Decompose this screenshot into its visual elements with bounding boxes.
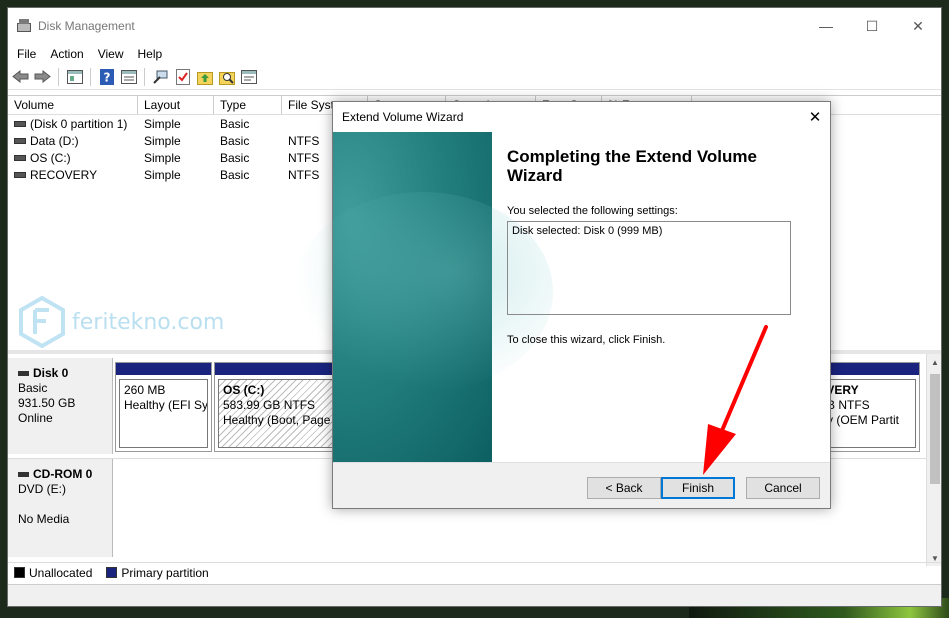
extend-volume-wizard-dialog: Extend Volume Wizard ✕ Completing the Ex…: [293, 101, 831, 509]
back-arrow-icon[interactable]: [11, 67, 30, 86]
volume-layout: Simple: [144, 167, 181, 182]
connect-icon[interactable]: [151, 67, 170, 86]
disk-size: 931.50 GB: [18, 396, 76, 410]
search-icon[interactable]: [217, 67, 236, 86]
volume-layout: Simple: [144, 116, 181, 131]
title-bar: Disk Management — ☐ ✕: [8, 8, 941, 44]
wizard-banner-image: [293, 132, 553, 463]
volume-name: RECOVERY: [30, 167, 98, 182]
toolbar-separator: [58, 67, 59, 86]
scroll-up-icon[interactable]: ▲: [927, 354, 941, 370]
volume-layout: Simple: [144, 133, 181, 148]
maximize-button[interactable]: ☐: [849, 8, 895, 44]
volume-type: Basic: [220, 133, 250, 148]
disk-0-label[interactable]: Disk 0 Basic 931.50 GB Online: [8, 358, 113, 454]
toolbar-separator: [144, 67, 145, 86]
legend: Unallocated Primary partition: [8, 562, 941, 582]
disk-map-scrollbar[interactable]: ▲ ▼: [926, 354, 941, 566]
drive-icon: [14, 121, 26, 128]
column-layout[interactable]: Layout: [138, 96, 214, 114]
disk-type: Basic: [18, 381, 48, 395]
close-button[interactable]: ✕: [895, 8, 941, 44]
settings-summary-box[interactable]: Disk selected: Disk 0 (999 MB): [507, 221, 791, 315]
watermark-text: feritekno.com: [72, 309, 225, 335]
svg-text:?: ?: [103, 70, 110, 84]
disk-status: Online: [18, 411, 53, 425]
partition-size: 260 MB: [124, 383, 166, 397]
wizard-content: Completing the Extend Volume Wizard You …: [507, 147, 807, 346]
cdrom-0-label[interactable]: CD-ROM 0 DVD (E:) No Media: [8, 459, 113, 557]
column-volume[interactable]: Volume: [8, 96, 138, 114]
primary-partition-swatch: [106, 567, 118, 578]
list-icon[interactable]: [239, 67, 258, 86]
wizard-heading: Completing the Extend Volume Wizard: [507, 147, 757, 185]
watermark: feritekno.com: [18, 295, 225, 349]
status-bar: [8, 584, 941, 606]
unallocated-swatch: [14, 567, 25, 578]
properties-icon[interactable]: [119, 67, 138, 86]
console-tree-icon[interactable]: [65, 67, 84, 86]
check-icon[interactable]: [173, 67, 192, 86]
partition-efi[interactable]: 260 MB Healthy (EFI Sys: [115, 362, 212, 452]
toolbar: ?: [8, 64, 941, 90]
volume-type: Basic: [220, 116, 250, 131]
volume-name: Data (D:): [30, 133, 79, 148]
help-icon[interactable]: ?: [97, 67, 116, 86]
settings-summary-text: Disk selected: Disk 0 (999 MB): [512, 225, 663, 237]
settings-label: You selected the following settings:: [507, 205, 678, 217]
scroll-thumb[interactable]: [930, 374, 940, 484]
legend-unallocated: Unallocated: [29, 565, 93, 580]
cdrom-media: No Media: [18, 512, 70, 526]
dialog-title: Extend Volume Wizard: [342, 110, 464, 124]
volume-type: Basic: [220, 150, 250, 165]
partition-status: thy (OEM Partit: [817, 413, 900, 427]
partition-size: MB NTFS: [817, 398, 870, 412]
dialog-close-button[interactable]: ✕: [800, 102, 830, 132]
drive-icon: [14, 138, 26, 145]
finish-button[interactable]: Finish: [661, 477, 735, 499]
volume-type: Basic: [220, 167, 250, 182]
partition-status: Healthy (EFI Sys: [124, 398, 208, 412]
back-button[interactable]: < Back: [587, 477, 661, 499]
disk-management-icon: [16, 19, 32, 33]
menu-view[interactable]: View: [91, 47, 131, 61]
minimize-button[interactable]: —: [803, 8, 849, 44]
drive-icon: [14, 172, 26, 179]
volume-name: (Disk 0 partition 1): [30, 116, 128, 131]
close-hint-text: To close this wizard, click Finish.: [507, 334, 666, 346]
drive-icon: [14, 155, 26, 162]
volume-layout: Simple: [144, 150, 181, 165]
volume-name: OS (C:): [30, 150, 71, 165]
cdrom-icon: [18, 472, 29, 478]
cdrom-name: CD-ROM 0: [33, 467, 93, 481]
window-title: Disk Management: [38, 19, 135, 33]
menu-bar: File Action View Help: [8, 44, 941, 64]
legend-primary-partition: Primary partition: [121, 565, 209, 580]
dialog-title-bar: Extend Volume Wizard ✕: [333, 102, 830, 132]
forward-arrow-icon[interactable]: [33, 67, 52, 86]
menu-help[interactable]: Help: [131, 47, 170, 61]
feritekno-logo: [18, 295, 66, 349]
menu-file[interactable]: File: [10, 47, 43, 61]
column-type[interactable]: Type: [214, 96, 282, 114]
folder-up-icon[interactable]: [195, 67, 214, 86]
partition-title: OVERY: [817, 383, 859, 397]
disk-name: Disk 0: [33, 366, 69, 380]
toolbar-separator: [90, 67, 91, 86]
cancel-button[interactable]: Cancel: [746, 477, 820, 499]
disk-icon: [18, 371, 29, 377]
wizard-footer: < Back Finish Cancel: [333, 462, 830, 508]
menu-action[interactable]: Action: [43, 47, 90, 61]
cdrom-drive: DVD (E:): [18, 482, 66, 496]
